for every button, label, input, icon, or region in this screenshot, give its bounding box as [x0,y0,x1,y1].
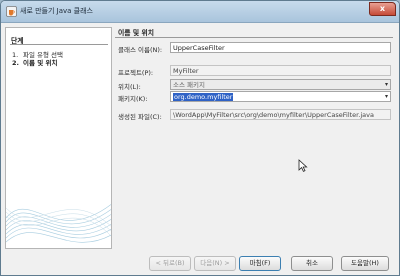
location-value: 소스 패키지 [173,81,205,89]
step-number: 2. [12,59,19,67]
finish-button[interactable]: 마침(F) [239,256,281,271]
created-file-field: \WordApp\MyFilter\src\org\demo\myfilter\… [170,109,391,120]
created-file-label: 생성된 파일(C): [118,113,162,121]
steps-divider [10,44,108,45]
step-item-name-and-location: 2. 이름 및 위치 [12,57,57,67]
chevron-down-icon: ▾ [384,81,388,88]
chevron-down-icon[interactable]: ▾ [385,93,388,101]
back-button[interactable]: < 뒤로(B) [149,256,191,271]
close-button[interactable]: x [369,2,396,16]
form-divider [115,37,393,38]
form-heading: 이름 및 위치 [118,29,154,37]
decorative-wave-graphic [6,204,111,243]
package-value-selected: org.demo.myfilter [173,93,234,101]
cancel-button[interactable]: 취소 [291,256,333,271]
class-name-label: 클래스 이름(N): [118,46,163,54]
title-bar[interactable]: 새로 만들기 Java 클래스 x [1,1,399,23]
package-combobox[interactable]: org.demo.myfilter ▾ [170,91,391,102]
step-label: 이름 및 위치 [23,59,58,67]
window-title: 새로 만들기 Java 클래스 [20,7,93,15]
button-bar: < 뒤로(B) 다음(N) > 마침(F) 취소 도움말(H) [1,253,399,275]
mouse-pointer-icon [298,159,308,172]
new-java-class-dialog: 새로 만들기 Java 클래스 x 단계 1. 파일 유형 선택 2. 이름 및 위… [0,0,400,276]
project-label: 프로젝트(P): [118,69,154,77]
steps-panel: 단계 1. 파일 유형 선택 2. 이름 및 위치 [5,27,112,249]
next-button[interactable]: 다음(N) > [194,256,236,271]
project-field: MyFilter [170,65,391,76]
help-button[interactable]: 도움말(H) [341,256,389,271]
location-dropdown[interactable]: 소스 패키지 ▾ [170,79,391,90]
class-name-input[interactable]: UpperCaseFilter [170,42,391,53]
package-label: 패키지(K): [118,95,148,103]
java-cup-icon [6,6,17,17]
location-label: 위치(L): [118,83,141,91]
name-and-location-form: 이름 및 위치 클래스 이름(N): UpperCaseFilter 프로젝트(… [115,27,395,249]
